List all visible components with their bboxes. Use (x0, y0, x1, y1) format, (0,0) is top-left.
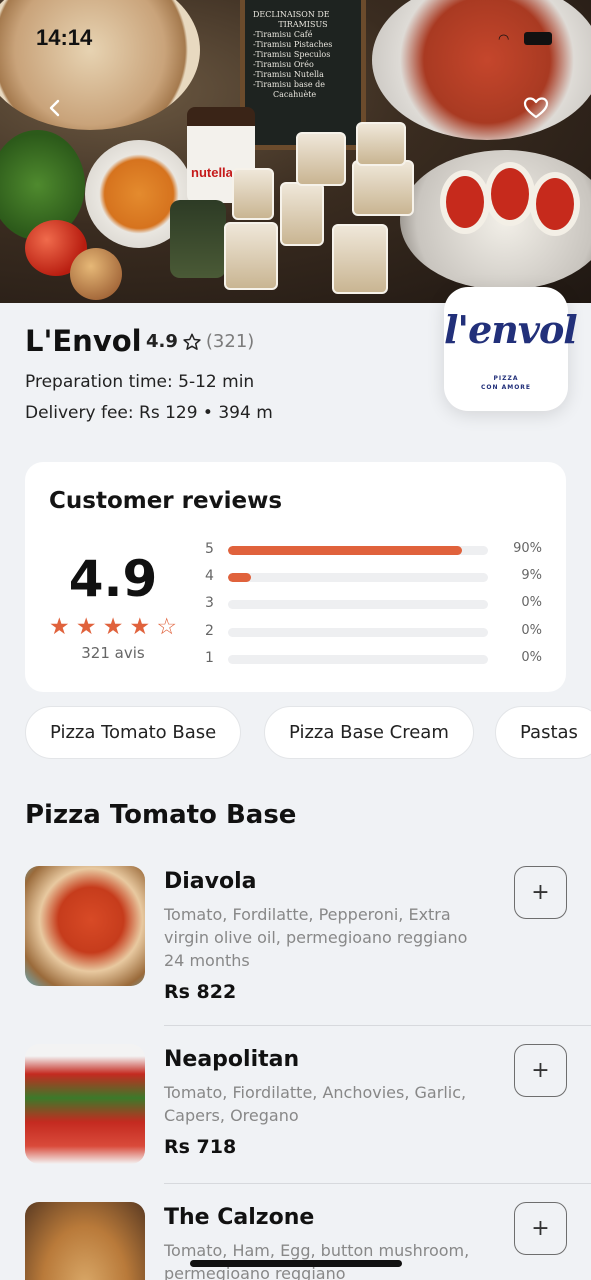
item-photo (25, 1044, 145, 1164)
rating-bar-fill (228, 546, 462, 555)
chalk-line: DECLINAISON DE (253, 10, 330, 19)
item-name: Diavola (164, 869, 257, 894)
rating-bar-row: 4 9% (205, 568, 545, 588)
wifi-icon: ◠ (498, 32, 510, 47)
rating-bar-percent: 0% (521, 595, 542, 611)
chalkboard-menu: DECLINAISON DE TIRAMISUS -Tiramisu Café … (240, 0, 366, 150)
rating-bar-row: 3 0% (205, 595, 545, 615)
rating-bar-stars: 2 (205, 622, 214, 639)
status-time: 14:14 (36, 25, 93, 50)
chalk-line: TIRAMISUS (278, 20, 328, 29)
item-price: Rs 822 (164, 981, 237, 1003)
category-tab-pastas[interactable]: Pastas (495, 706, 591, 759)
item-name: Neapolitan (164, 1047, 300, 1072)
chalk-line: -Tiramisu Café (253, 30, 313, 39)
review-count: 321 avis (81, 644, 145, 662)
chalk-line: -Tiramisu Pistaches (253, 40, 333, 49)
battery-icon (524, 32, 552, 45)
star-filled-icon: ★ (102, 614, 124, 640)
restaurant-name: L'Envol (25, 324, 142, 358)
item-price: Rs 718 (164, 1136, 237, 1158)
rating-bar-track (228, 546, 488, 555)
star-filled-icon: ★ (129, 614, 151, 640)
divider (164, 1025, 591, 1026)
dessert-jar (356, 122, 406, 166)
chalk-line: -Tiramisu Oréo (253, 60, 314, 69)
rating-bar-track (228, 627, 488, 637)
star-outline-icon: ☆ (156, 614, 177, 640)
customer-reviews-card[interactable]: Customer reviews 4.9 ★ ★ ★ ★ ☆ 321 avis 5 90%… (25, 462, 566, 692)
item-photo (25, 866, 145, 986)
star-filled-icon: ★ (49, 614, 70, 640)
reviews-title: Customer reviews (49, 488, 283, 514)
home-indicator (190, 1260, 402, 1267)
rating-bar-percent: 9% (521, 568, 542, 584)
rating-bar-stars: 1 (205, 649, 214, 666)
plus-icon: + (531, 1216, 550, 1241)
preparation-time: Preparation time: 5-12 min (25, 372, 255, 392)
item-name: The Calzone (164, 1205, 315, 1230)
onion-photo (70, 248, 122, 300)
rating-bar-stars: 4 (205, 568, 214, 585)
star-filled-icon: ★ (75, 614, 97, 640)
dessert-jar (352, 160, 414, 216)
rating-bar-track (228, 654, 488, 664)
rating-count: (321) (205, 331, 255, 352)
rating-value: 4.9 (146, 331, 178, 352)
add-to-cart-button[interactable]: + (514, 1202, 567, 1255)
dessert-jar (224, 222, 278, 290)
green-jar (170, 200, 226, 278)
restaurant-logo: l'envol PIZZA CON AMORE (444, 287, 578, 411)
favorite-button[interactable] (514, 86, 558, 130)
status-icons: ◠ (494, 30, 558, 47)
restaurant-rating[interactable]: 4.9 (321) (146, 331, 254, 352)
add-to-cart-button[interactable]: + (514, 866, 567, 919)
chevron-left-icon (49, 99, 60, 117)
heart-icon (523, 97, 549, 119)
category-tab-pizza-tomato-base[interactable]: Pizza Tomato Base (25, 706, 242, 759)
logo-tagline: PIZZA (493, 375, 519, 382)
back-button[interactable] (33, 86, 77, 130)
chalk-line: -Tiramisu base de (253, 80, 325, 89)
rating-bar-row: 2 0% (205, 623, 545, 643)
chalk-line: -Tiramisu Speculos (253, 50, 331, 59)
logo-wordmark: l'envol (444, 307, 578, 352)
item-photo (25, 1202, 145, 1280)
category-tabs: Pizza Tomato Base Pizza Base Cream Pasta… (25, 706, 591, 760)
delivery-fee: Delivery fee: Rs 129 • 394 m (25, 403, 273, 423)
hero-image: DECLINAISON DE TIRAMISUS -Tiramisu Café … (0, 0, 591, 303)
rating-bar-percent: 90% (513, 541, 542, 556)
rating-bar-stars: 3 (205, 595, 214, 612)
chalk-line: -Tiramisu Nutella (253, 70, 324, 79)
rating-bar-fill (228, 573, 252, 583)
dessert-jar (332, 224, 388, 294)
logo-tagline: CON AMORE (480, 384, 532, 391)
plus-icon: + (531, 1058, 550, 1083)
plus-icon: + (531, 880, 550, 905)
rating-bar-percent: 0% (521, 649, 542, 665)
jar-label: nutella (191, 165, 233, 180)
star-rating: ★ ★ ★ ★ ☆ (49, 614, 177, 640)
review-score: 4.9 (68, 550, 158, 608)
star-outline-icon (183, 333, 201, 350)
dessert-jar (280, 182, 324, 246)
dessert-jar (232, 168, 274, 220)
item-description: Tomato, Fordilatte, Pepperoni, Extra vir… (164, 905, 468, 970)
caprese-plate-photo (400, 150, 591, 290)
add-to-cart-button[interactable]: + (514, 1044, 567, 1097)
divider (164, 1183, 591, 1184)
category-tab-pizza-base-cream[interactable]: Pizza Base Cream (264, 706, 474, 759)
item-description: Tomato, Fiordilatte, Anchovies, Garlic, … (164, 1083, 467, 1125)
pasta-plate-photo (372, 0, 591, 140)
rating-bar-track (228, 573, 488, 583)
rating-bar-row: 1 0% (205, 650, 545, 670)
rating-bar-row: 5 90% (205, 541, 545, 561)
pizza-photo (0, 0, 200, 130)
section-title: Pizza Tomato Base (25, 800, 297, 830)
rating-bar-track (228, 600, 488, 610)
chalk-line: Cacahuète (273, 90, 317, 99)
dessert-jar (296, 132, 346, 186)
rating-bar-stars: 5 (205, 541, 214, 557)
rating-bar-percent: 0% (521, 622, 542, 638)
